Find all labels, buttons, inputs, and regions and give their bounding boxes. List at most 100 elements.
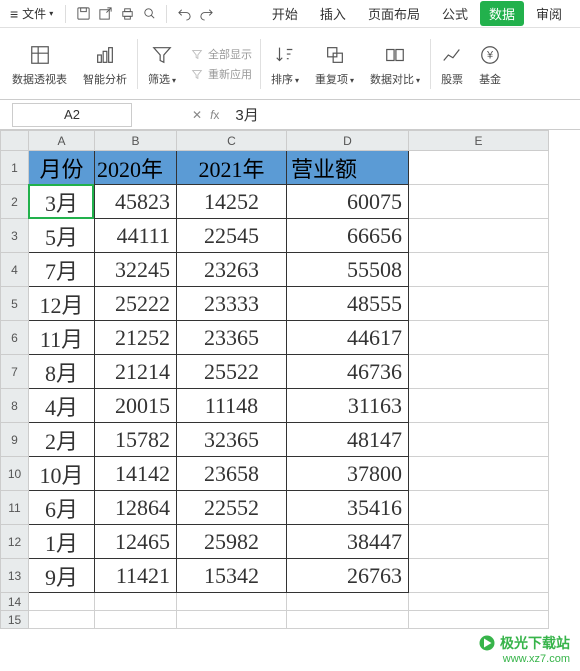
spreadsheet-grid[interactable]: A B C D E 1 月份 2020年 2021年 营业额 23月458231… xyxy=(0,130,580,629)
cell[interactable]: 23658 xyxy=(177,457,287,491)
cell[interactable]: 10月 xyxy=(29,457,95,491)
dedup-button[interactable]: 重复项▾ xyxy=(307,28,362,99)
undo-button[interactable] xyxy=(173,3,195,25)
fx-icon[interactable]: fx xyxy=(210,108,219,122)
row-header[interactable]: 6 xyxy=(1,321,29,355)
row-header[interactable]: 7 xyxy=(1,355,29,389)
row-header[interactable]: 13 xyxy=(1,559,29,593)
row-header[interactable]: 12 xyxy=(1,525,29,559)
formula-input[interactable]: 3月 xyxy=(227,104,258,125)
cell[interactable]: 23333 xyxy=(177,287,287,321)
cell[interactable]: 9月 xyxy=(29,559,95,593)
cell[interactable]: 22545 xyxy=(177,219,287,253)
col-header-d[interactable]: D xyxy=(287,131,409,151)
cell[interactable]: 31163 xyxy=(287,389,409,423)
row-header[interactable]: 14 xyxy=(1,593,29,611)
cell[interactable]: 25222 xyxy=(95,287,177,321)
tab-insert[interactable]: 插入 xyxy=(310,0,356,27)
cell[interactable] xyxy=(29,593,95,611)
cell[interactable]: 22552 xyxy=(177,491,287,525)
cell[interactable]: 15782 xyxy=(95,423,177,457)
cell[interactable] xyxy=(409,559,549,593)
cell[interactable]: 11421 xyxy=(95,559,177,593)
file-menu[interactable]: 文件 ▾ xyxy=(4,3,59,25)
cell[interactable] xyxy=(177,593,287,611)
redo-button[interactable] xyxy=(195,3,217,25)
cell[interactable]: 26763 xyxy=(287,559,409,593)
row-header[interactable]: 5 xyxy=(1,287,29,321)
cell[interactable]: 60075 xyxy=(287,185,409,219)
save-button[interactable] xyxy=(72,3,94,25)
cell[interactable] xyxy=(409,219,549,253)
cell[interactable]: 38447 xyxy=(287,525,409,559)
cancel-icon[interactable]: ✕ xyxy=(192,108,202,122)
cell[interactable]: 2021年 xyxy=(177,151,287,185)
row-header[interactable]: 11 xyxy=(1,491,29,525)
sort-button[interactable]: 排序▾ xyxy=(263,28,307,99)
pivot-table-button[interactable]: 数据透视表 xyxy=(4,28,75,99)
cell[interactable]: 23365 xyxy=(177,321,287,355)
cell[interactable] xyxy=(409,151,549,185)
col-header-b[interactable]: B xyxy=(95,131,177,151)
cell[interactable]: 32245 xyxy=(95,253,177,287)
row-header[interactable]: 2 xyxy=(1,185,29,219)
cell[interactable]: 32365 xyxy=(177,423,287,457)
print-button[interactable] xyxy=(116,3,138,25)
cell[interactable]: 35416 xyxy=(287,491,409,525)
cell[interactable]: 23263 xyxy=(177,253,287,287)
tab-home[interactable]: 开始 xyxy=(262,0,308,27)
cell[interactable] xyxy=(95,593,177,611)
row-header[interactable]: 1 xyxy=(1,151,29,185)
col-header-e[interactable]: E xyxy=(409,131,549,151)
cell[interactable]: 20015 xyxy=(95,389,177,423)
filter-button[interactable]: 筛选▾ xyxy=(140,28,184,99)
cell[interactable] xyxy=(95,611,177,629)
cell[interactable] xyxy=(409,287,549,321)
cell[interactable]: 12月 xyxy=(29,287,95,321)
cell[interactable]: 44111 xyxy=(95,219,177,253)
fund-button[interactable]: ¥ 基金 xyxy=(471,28,509,99)
cell[interactable]: 营业额 xyxy=(287,151,409,185)
cell[interactable] xyxy=(409,355,549,389)
cell[interactable]: 8月 xyxy=(29,355,95,389)
compare-button[interactable]: 数据对比▾ xyxy=(362,28,428,99)
col-header-a[interactable]: A xyxy=(29,131,95,151)
cell[interactable]: 55508 xyxy=(287,253,409,287)
cell[interactable]: 48147 xyxy=(287,423,409,457)
cell[interactable]: 11148 xyxy=(177,389,287,423)
cell[interactable] xyxy=(409,321,549,355)
cell[interactable] xyxy=(409,253,549,287)
cell[interactable] xyxy=(287,593,409,611)
cell[interactable]: 25522 xyxy=(177,355,287,389)
tab-data[interactable]: 数据 xyxy=(480,1,524,26)
cell[interactable] xyxy=(409,593,549,611)
cell[interactable] xyxy=(409,491,549,525)
cell[interactable]: 4月 xyxy=(29,389,95,423)
cell[interactable]: 3月 xyxy=(29,185,95,219)
cell[interactable]: 15342 xyxy=(177,559,287,593)
tab-review[interactable]: 审阅 xyxy=(526,0,572,27)
cell[interactable]: 14252 xyxy=(177,185,287,219)
cell[interactable]: 21252 xyxy=(95,321,177,355)
select-all-corner[interactable] xyxy=(1,131,29,151)
cell[interactable] xyxy=(409,611,549,629)
cell[interactable] xyxy=(177,611,287,629)
cell[interactable]: 46736 xyxy=(287,355,409,389)
cell[interactable]: 21214 xyxy=(95,355,177,389)
cell[interactable]: 2月 xyxy=(29,423,95,457)
row-header[interactable]: 3 xyxy=(1,219,29,253)
cell[interactable] xyxy=(29,611,95,629)
cell[interactable] xyxy=(409,389,549,423)
cell[interactable]: 48555 xyxy=(287,287,409,321)
export-button[interactable] xyxy=(94,3,116,25)
cell[interactable]: 12864 xyxy=(95,491,177,525)
reapply-button[interactable]: 重新应用 xyxy=(190,66,252,82)
show-all-button[interactable]: 全部显示 xyxy=(190,46,252,62)
row-header[interactable]: 15 xyxy=(1,611,29,629)
cell[interactable]: 2020年 xyxy=(95,151,177,185)
cell[interactable]: 5月 xyxy=(29,219,95,253)
cell[interactable]: 44617 xyxy=(287,321,409,355)
cell[interactable]: 7月 xyxy=(29,253,95,287)
cell[interactable] xyxy=(409,457,549,491)
cell[interactable] xyxy=(409,423,549,457)
